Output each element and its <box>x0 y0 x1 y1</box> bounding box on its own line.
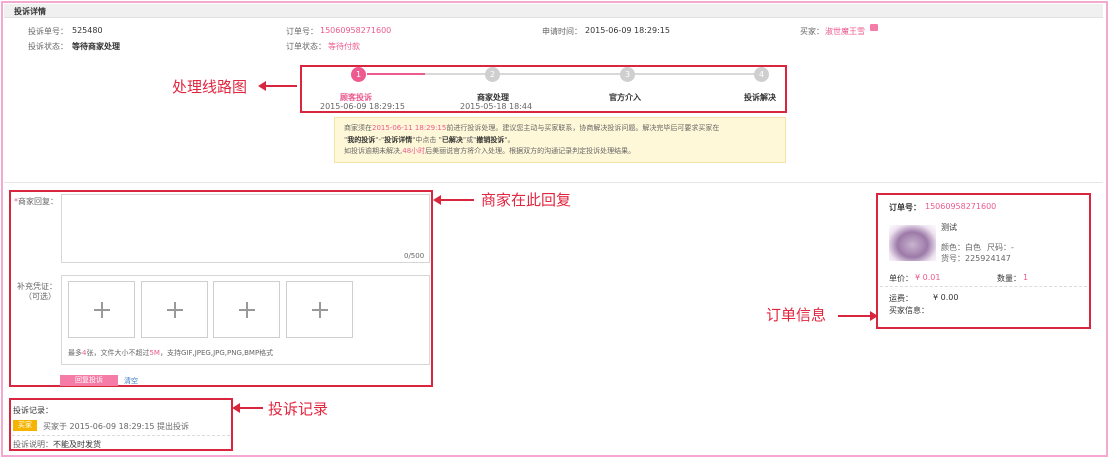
plus-icon-stroke <box>246 302 248 318</box>
buyer-name[interactable]: 淑世魔王雪 <box>825 26 865 37</box>
submit-reply-button[interactable]: 回复投诉 <box>60 375 118 386</box>
annotation-reply-here: 商家在此回复 <box>481 191 572 209</box>
step-2-date: 2015-05-18 18:44 <box>460 102 533 111</box>
buyer-label: 买家： <box>800 27 824 36</box>
message-icon[interactable] <box>870 24 878 31</box>
complaint-no: 525480 <box>72 26 103 35</box>
reply-arrow <box>433 195 474 205</box>
upload-slot-2[interactable] <box>141 281 208 338</box>
plus-icon-stroke <box>319 302 321 318</box>
product-spec: 颜色：白色 尺码：- <box>941 243 1014 252</box>
shipping: ¥ 0.00 <box>933 293 959 302</box>
annotation-order-info: 订单信息 <box>766 306 827 324</box>
product-sku: 货号：225924147 <box>941 254 1011 263</box>
complaint-status-label: 投诉状态： <box>28 42 68 51</box>
qty: 1 <box>1023 273 1029 282</box>
progress-line-pending <box>425 73 762 75</box>
order-status-label: 订单状态： <box>286 42 326 51</box>
step-3-circle: 3 <box>620 67 635 82</box>
product-name[interactable]: 测试 <box>941 222 957 233</box>
order-no-label: 订单号： <box>286 27 318 36</box>
record-entry: 买家于 2015-06-09 18:29:15 提出投诉 <box>43 422 190 431</box>
page-title: 投诉详情 <box>14 7 46 16</box>
notice-line-2: "我的投诉"-"投诉详情"中点击 "已解决"或"撤销投诉"。 <box>344 136 515 144</box>
order-arrow <box>838 311 878 321</box>
notice-line-3: 如投诉逾期未解决,48小时后美丽说官方将介入处理。根据双方的沟通记录判定投诉处理… <box>344 147 636 155</box>
apply-time: 2015-06-09 18:29:15 <box>585 26 670 35</box>
reply-textarea[interactable] <box>61 194 430 263</box>
step-4-circle: 4 <box>754 67 769 82</box>
upload-slot-3[interactable] <box>213 281 280 338</box>
clear-link[interactable]: 清空 <box>124 376 138 386</box>
price: ¥ 0.01 <box>915 273 941 282</box>
apply-time-label: 申请时间： <box>542 27 582 36</box>
step-4-label: 投诉解决 <box>744 93 776 102</box>
step-2-circle: 2 <box>485 67 500 82</box>
order-divider <box>880 286 1087 287</box>
record-desc: 不能及时发货 <box>53 440 101 449</box>
plus-icon-stroke <box>174 302 176 318</box>
progress-line-done <box>367 73 425 75</box>
order-card-no-label: 订单号： <box>889 203 921 212</box>
price-label: 单价： <box>889 274 913 283</box>
record-arrow <box>232 403 263 413</box>
reply-char-counter: 0/500 <box>404 252 425 260</box>
product-image[interactable] <box>889 225 936 261</box>
complaint-no-label: 投诉单号： <box>28 27 68 36</box>
route-arrow <box>258 81 297 91</box>
order-status: 等待付款 <box>328 42 360 51</box>
page-header <box>4 4 1103 18</box>
upload-hint: 最多4张，文件大小不超过5M，支持GIF,JPEG,JPG,PNG,BMP格式 <box>68 349 274 357</box>
evidence-optional: （可选） <box>24 292 56 301</box>
step-1-date: 2015-06-09 18:29:15 <box>320 102 405 111</box>
step-1-circle: 1 <box>351 67 366 82</box>
section-divider <box>4 182 1103 183</box>
plus-icon-stroke <box>101 302 103 318</box>
buyer-badge: 买家 <box>13 420 37 431</box>
shipping-label: 运费： <box>889 294 913 303</box>
buyer-info-label: 买家信息： <box>889 306 929 315</box>
order-card-no-link[interactable]: 15060958271600 <box>925 202 996 211</box>
record-divider <box>12 435 230 436</box>
record-desc-label: 投诉说明： <box>13 440 53 449</box>
record-title: 投诉记录： <box>13 406 53 415</box>
qty-label: 数量： <box>997 274 1021 283</box>
upload-slot-4[interactable] <box>286 281 353 338</box>
annotation-route: 处理线路图 <box>172 78 248 96</box>
complaint-status: 等待商家处理 <box>72 42 120 51</box>
upload-slot-1[interactable] <box>68 281 135 338</box>
step-3-label: 官方介入 <box>609 93 641 102</box>
reply-label: *商家回复： <box>14 197 58 206</box>
annotation-record: 投诉记录 <box>268 400 329 418</box>
order-no-link[interactable]: 15060958271600 <box>320 26 391 35</box>
notice-line-1: 商家须在2015-06-11 18:29:15前进行投诉处理。建议您主动与买家联… <box>344 124 720 132</box>
